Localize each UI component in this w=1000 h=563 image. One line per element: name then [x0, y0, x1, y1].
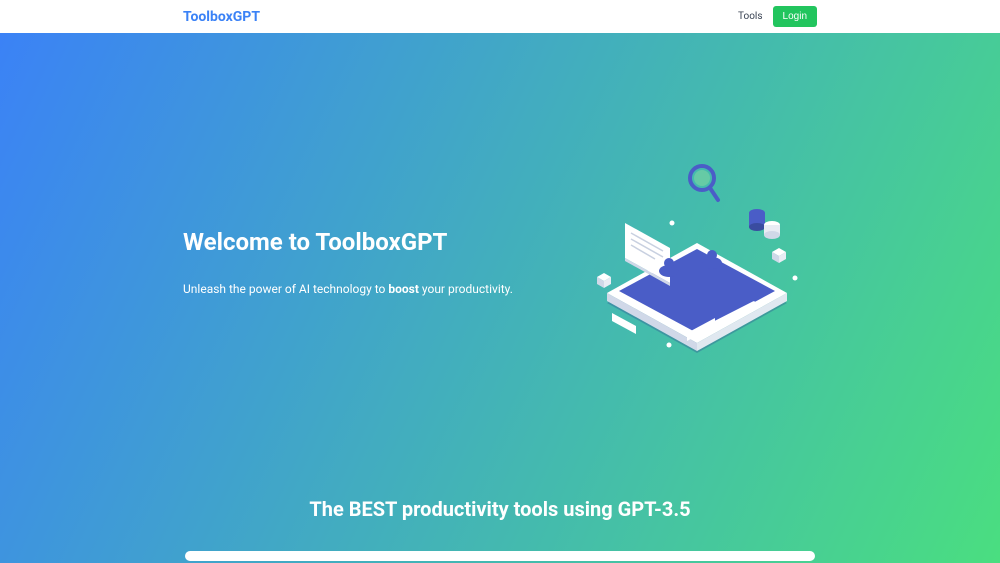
hero-subtitle-pre: Unleash the power of AI technology to [183, 282, 388, 296]
hero-text: Welcome to ToolboxGPT Unleash the power … [183, 228, 513, 298]
hero-subtitle: Unleash the power of AI technology to bo… [183, 280, 513, 298]
hero-title: Welcome to ToolboxGPT [183, 228, 513, 256]
brand-logo[interactable]: ToolboxGPT [183, 9, 260, 25]
tools-panel [185, 551, 815, 561]
nav-right: Tools Login [738, 6, 817, 27]
navbar: ToolboxGPT Tools Login [0, 0, 1000, 33]
hero-illustration [577, 163, 817, 363]
hero-section: Welcome to ToolboxGPT Unleash the power … [0, 33, 1000, 563]
hero-content: Welcome to ToolboxGPT Unleash the power … [183, 33, 817, 493]
section-heading: The BEST productivity tools using GPT-3.… [183, 497, 817, 521]
tools-link[interactable]: Tools [738, 11, 762, 22]
login-button[interactable]: Login [773, 6, 817, 27]
hero-subtitle-post: your productivity. [419, 282, 513, 296]
isometric-phone-illustration [577, 163, 817, 363]
hero-subtitle-bold: boost [388, 282, 419, 296]
